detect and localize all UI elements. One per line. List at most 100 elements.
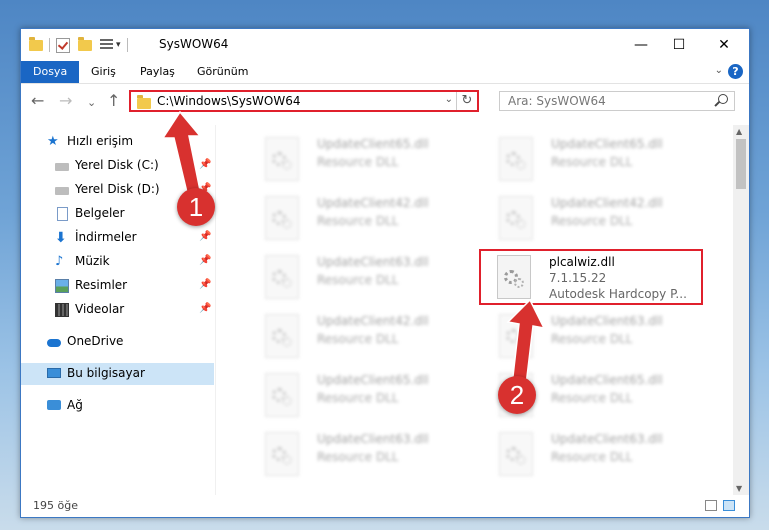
music-icon: ♪: [55, 254, 64, 269]
explorer-window: ▾ SysWOW64 — ☐ ✕ Dosya Giriş Paylaş Görü…: [20, 28, 750, 518]
scroll-thumb[interactable]: [736, 139, 746, 189]
search-input[interactable]: Ara: SysWOW64: [508, 94, 606, 108]
pane-divider[interactable]: [215, 125, 216, 495]
list-item[interactable]: UpdateClient63.dll Resource DLL: [247, 426, 467, 482]
videos-icon: [55, 303, 69, 317]
file-type: Resource DLL: [317, 332, 399, 346]
back-button[interactable]: ←: [31, 93, 44, 109]
quick-access-toolbar: ▾: [29, 36, 134, 53]
sidebar-item-label: Hızlı erişim: [67, 134, 134, 148]
drive-icon: [55, 187, 69, 195]
search-icon[interactable]: [718, 94, 728, 104]
navigation-bar: ← → ⌄ ↑ C:\Windows\SysWOW64 ⌄ ↻ Ara: Sys…: [21, 84, 749, 120]
pin-icon[interactable]: 📌: [199, 303, 211, 314]
sidebar-item-label: Bu bilgisayar: [67, 366, 145, 380]
file-name: UpdateClient42.dll: [551, 196, 663, 210]
highlighted-file[interactable]: plcalwiz.dll 7.1.15.22 Autodesk Hardcopy…: [479, 249, 703, 305]
file-type: Resource DLL: [317, 214, 399, 228]
help-icon[interactable]: ?: [728, 64, 743, 79]
minimize-button[interactable]: —: [631, 35, 651, 55]
file-name: UpdateClient42.dll: [317, 196, 429, 210]
sidebar-item-downloads[interactable]: ⬇ İndirmeler 📌: [21, 227, 214, 249]
file-name: UpdateClient65.dll: [551, 137, 663, 151]
pin-icon[interactable]: 📌: [199, 231, 211, 242]
documents-icon: [57, 207, 68, 221]
up-button[interactable]: ↑: [107, 93, 120, 109]
sidebar-item-label: Yerel Disk (D:): [75, 182, 160, 196]
sidebar-item-label: Videolar: [75, 302, 125, 316]
file-type: Resource DLL: [317, 273, 399, 287]
list-item[interactable]: UpdateClient63.dll Resource DLL: [247, 249, 467, 305]
dll-file-icon: [265, 373, 299, 417]
file-type: Resource DLL: [551, 391, 633, 405]
file-name: UpdateClient63.dll: [551, 314, 663, 328]
dll-file-icon: [499, 314, 533, 358]
sidebar-item-pictures[interactable]: Resimler 📌: [21, 275, 214, 297]
tab-share[interactable]: Paylaş: [128, 61, 187, 83]
address-bar[interactable]: C:\Windows\SysWOW64 ⌄ ↻: [129, 90, 479, 112]
cloud-icon: [47, 339, 61, 347]
list-item[interactable]: UpdateClient63.dll Resource DLL: [481, 426, 701, 482]
dll-file-icon: [265, 137, 299, 181]
file-version: 7.1.15.22: [549, 271, 607, 285]
sidebar-item-disk-c[interactable]: Yerel Disk (C:) 📌: [21, 155, 214, 177]
list-item[interactable]: UpdateClient65.dll Resource DLL: [481, 131, 701, 187]
tiles-view-icon[interactable]: [723, 500, 735, 511]
vertical-scrollbar[interactable]: ▲ ▼: [733, 125, 749, 495]
close-button[interactable]: ✕: [714, 35, 734, 55]
pin-icon[interactable]: 📌: [199, 159, 211, 170]
pin-icon[interactable]: 📌: [199, 255, 211, 266]
sidebar-item-quick-access[interactable]: ★ Hızlı erişim: [21, 131, 214, 153]
list-item[interactable]: UpdateClient63.dll Resource DLL: [481, 308, 701, 364]
pin-icon[interactable]: 📌: [199, 279, 211, 290]
file-name: UpdateClient63.dll: [551, 432, 663, 446]
list-item[interactable]: UpdateClient65.dll Resource DLL: [247, 131, 467, 187]
scroll-down-icon[interactable]: ▼: [736, 484, 742, 493]
file-type: Resource DLL: [551, 332, 633, 346]
downloads-icon: ⬇: [55, 230, 67, 246]
folder-icon[interactable]: [29, 36, 43, 51]
ribbon-tabs: Dosya Giriş Paylaş Görünüm ⌄ ?: [21, 61, 749, 84]
sidebar-item-videos[interactable]: Videolar 📌: [21, 299, 214, 321]
address-path[interactable]: C:\Windows\SysWOW64: [157, 94, 301, 108]
sidebar-item-onedrive[interactable]: OneDrive: [21, 331, 214, 353]
status-bar: 195 öğe: [21, 495, 749, 517]
details-view-icon[interactable]: [705, 500, 717, 511]
maximize-button[interactable]: ☐: [669, 35, 689, 55]
file-name: plcalwiz.dll: [549, 255, 615, 269]
scroll-up-icon[interactable]: ▲: [736, 127, 742, 136]
sidebar-item-music[interactable]: ♪ Müzik 📌: [21, 251, 214, 273]
dll-file-icon: [265, 196, 299, 240]
tab-view[interactable]: Görünüm: [185, 61, 260, 83]
toolbar-separator: [49, 38, 50, 52]
sidebar-item-this-pc[interactable]: Bu bilgisayar: [21, 363, 214, 385]
file-name: UpdateClient65.dll: [317, 373, 429, 387]
refresh-button[interactable]: ↻: [456, 92, 477, 110]
properties-check-icon[interactable]: [56, 37, 70, 53]
navigation-pane: ★ Hızlı erişim Yerel Disk (C:) 📌 Yerel D…: [21, 125, 214, 495]
dll-file-icon: [499, 432, 533, 476]
title-bar: ▾ SysWOW64 — ☐ ✕: [21, 29, 749, 61]
file-type: Resource DLL: [551, 155, 633, 169]
new-folder-icon[interactable]: [78, 36, 92, 51]
search-box[interactable]: Ara: SysWOW64: [499, 91, 735, 111]
file-name: UpdateClient63.dll: [317, 432, 429, 446]
forward-button[interactable]: →: [59, 93, 72, 109]
address-dropdown-icon[interactable]: ⌄: [445, 94, 453, 105]
customize-toolbar-icon[interactable]: [100, 39, 113, 51]
expand-ribbon-icon[interactable]: ⌄: [715, 65, 723, 76]
list-item[interactable]: UpdateClient65.dll Resource DLL: [247, 367, 467, 423]
sidebar-item-label: Ağ: [67, 398, 83, 412]
sidebar-item-network[interactable]: Ağ: [21, 395, 214, 417]
toolbar-dropdown-icon[interactable]: ▾: [116, 40, 121, 50]
window-title: SysWOW64: [159, 37, 229, 51]
recent-locations-button[interactable]: ⌄: [87, 95, 96, 111]
list-item[interactable]: UpdateClient42.dll Resource DLL: [247, 308, 467, 364]
tab-home[interactable]: Giriş: [79, 61, 128, 83]
dll-file-icon: [499, 196, 533, 240]
list-item[interactable]: UpdateClient42.dll Resource DLL: [247, 190, 467, 246]
sidebar-item-label: OneDrive: [67, 334, 124, 348]
tab-file[interactable]: Dosya: [21, 61, 80, 83]
list-item[interactable]: UpdateClient42.dll Resource DLL: [481, 190, 701, 246]
dll-file-icon: [265, 432, 299, 476]
